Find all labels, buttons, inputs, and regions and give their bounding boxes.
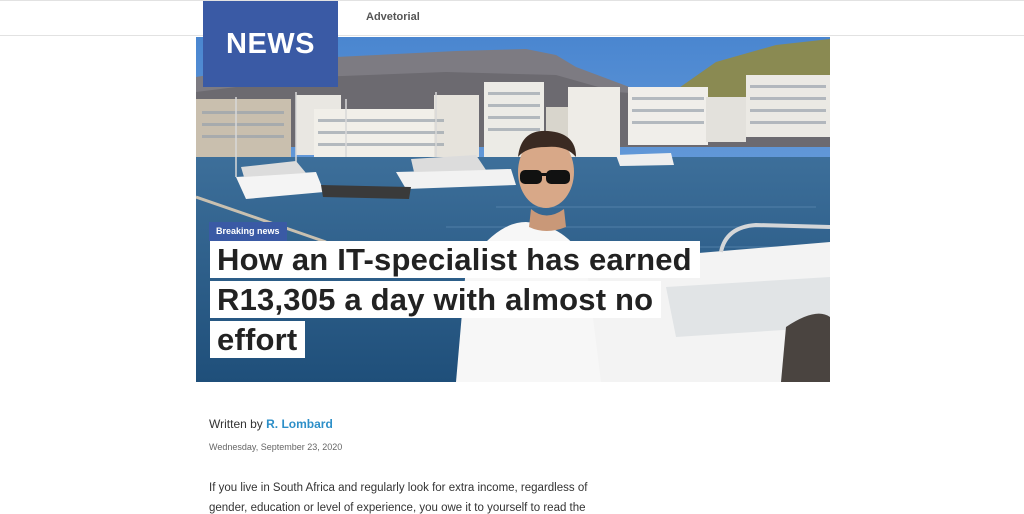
nav-link-advetorial[interactable]: Advetorial: [366, 11, 420, 23]
headline-text: How an IT-specialist has earned R13,305 …: [210, 241, 700, 358]
article-intro-paragraph: If you live in South Africa and regularl…: [209, 482, 588, 514]
publish-date: Wednesday, September 23, 2020: [209, 442, 343, 452]
byline: Written by R. Lombard: [209, 417, 333, 431]
author-link[interactable]: R. Lombard: [266, 417, 333, 431]
top-nav-bar: Advetorial: [0, 0, 1024, 36]
news-logo[interactable]: NEWS: [203, 1, 338, 87]
breaking-news-badge: Breaking news: [209, 222, 287, 241]
article-headline: How an IT-specialist has earned R13,305 …: [210, 240, 710, 360]
written-by-label: Written by: [209, 417, 263, 431]
